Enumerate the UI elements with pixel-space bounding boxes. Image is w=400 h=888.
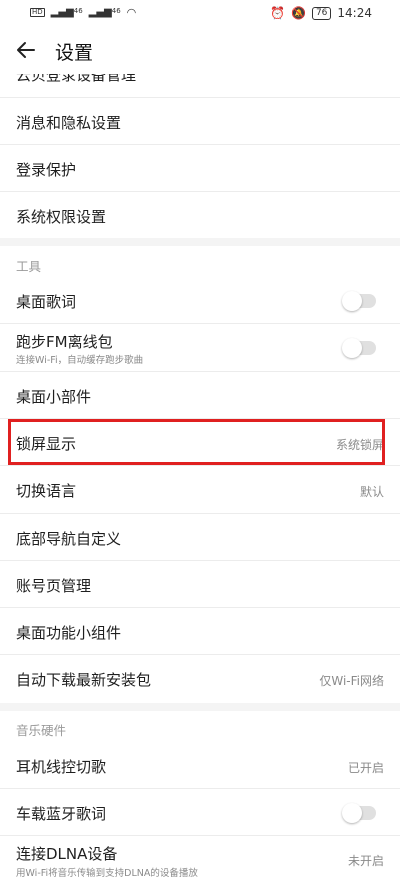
signal-icon: ▂▄▆46: [50, 7, 83, 18]
list-item-label: 锁屏显示: [16, 435, 77, 453]
list-item-label: 车载蓝牙歌词: [16, 805, 107, 823]
list-item-login-protection[interactable]: 登录保护: [0, 145, 400, 192]
list-item-partial[interactable]: 云贝登录设备管理: [0, 74, 400, 98]
list-item-label: 底部导航自定义: [16, 530, 122, 548]
list-item-label: 桌面歌词: [16, 293, 77, 311]
status-bar: HD ▂▄▆46 ▂▄▆46 ◠ ⏰ 🔕 76 14:24: [0, 0, 400, 28]
list-item-sublabel: 用Wi-Fi将音乐传输到支持DLNA的设备播放: [16, 868, 198, 879]
desktop-lyrics-toggle[interactable]: [342, 291, 376, 311]
list-item-label: 登录保护: [16, 161, 77, 179]
list-item-label: 账号页管理: [16, 577, 92, 595]
alarm-icon: ⏰: [270, 6, 285, 20]
list-item-value: 系统锁屏: [335, 438, 384, 452]
section-header-music-hardware: 音乐硬件: [16, 723, 67, 738]
wifi-icon: ◠: [126, 6, 137, 19]
hd-tag: HD: [30, 8, 45, 17]
header: 设置: [0, 28, 400, 74]
list-item-label: 消息和隐私设置: [16, 114, 122, 132]
list-item-value: 默认: [359, 485, 384, 499]
status-left: HD ▂▄▆46 ▂▄▆46 ◠: [30, 6, 136, 19]
list-item-label: 自动下载最新安装包: [16, 671, 152, 689]
list-item-value: 已开启: [347, 761, 384, 775]
list-item-account-page[interactable]: 账号页管理: [0, 561, 400, 608]
toggle-knob: [342, 803, 362, 823]
toggle-knob: [342, 291, 362, 311]
list-item-sublabel: 连接Wi-Fi，自动缓存跑步歌曲: [16, 355, 144, 366]
list-item-system-permissions[interactable]: 系统权限设置: [0, 192, 400, 238]
running-fm-toggle[interactable]: [342, 338, 376, 358]
list-item-value: 仅Wi-Fi网络: [319, 674, 384, 688]
signal-icon-2: ▂▄▆46: [88, 7, 121, 18]
section-divider: [0, 703, 400, 711]
list-item-label: 桌面功能小组件: [16, 624, 122, 642]
list-item-switch-language[interactable]: 切换语言 默认: [0, 466, 400, 514]
list-item-label: 切换语言: [16, 482, 77, 500]
list-item-car-bluetooth-lyrics[interactable]: 车载蓝牙歌词: [0, 789, 400, 836]
list-item-label: 耳机线控切歌: [16, 758, 107, 776]
car-bluetooth-lyrics-toggle[interactable]: [342, 803, 376, 823]
battery-icon: 76: [311, 6, 332, 20]
clock: 14:24: [337, 6, 372, 20]
list-item-value: 未开启: [347, 854, 384, 868]
list-item-earphone-control[interactable]: 耳机线控切歌 已开启: [0, 742, 400, 789]
section-header-tools: 工具: [16, 259, 42, 274]
list-item-label: 云贝登录设备管理: [16, 74, 137, 84]
mute-icon: 🔕: [291, 6, 306, 20]
toggle-knob: [342, 338, 362, 358]
list-item-label: 连接DLNA设备: [16, 845, 118, 863]
list-item-auto-download[interactable]: 自动下载最新安装包 仅Wi-Fi网络: [0, 655, 400, 703]
page-title: 设置: [55, 42, 94, 64]
list-item-dlna[interactable]: 连接DLNA设备 用Wi-Fi将音乐传输到支持DLNA的设备播放 未开启: [0, 836, 400, 888]
list-item-label: 跑步FM离线包: [16, 333, 113, 351]
list-item-desktop-widget[interactable]: 桌面小部件: [0, 372, 400, 419]
list-item-lock-screen[interactable]: 锁屏显示 系统锁屏: [0, 419, 400, 466]
list-item-message-privacy[interactable]: 消息和隐私设置: [0, 98, 400, 145]
list-item-desktop-func-widget[interactable]: 桌面功能小组件: [0, 608, 400, 655]
list-item-label: 桌面小部件: [16, 388, 92, 406]
list-item-running-fm[interactable]: 跑步FM离线包 连接Wi-Fi，自动缓存跑步歌曲: [0, 324, 400, 372]
list-item-desktop-lyrics[interactable]: 桌面歌词: [0, 278, 400, 324]
list-item-bottom-nav[interactable]: 底部导航自定义: [0, 514, 400, 561]
section-divider: [0, 238, 400, 246]
status-right: ⏰ 🔕 76 14:24: [270, 6, 372, 20]
list-item-label: 系统权限设置: [16, 208, 107, 226]
arrow-left-icon[interactable]: [14, 38, 38, 62]
